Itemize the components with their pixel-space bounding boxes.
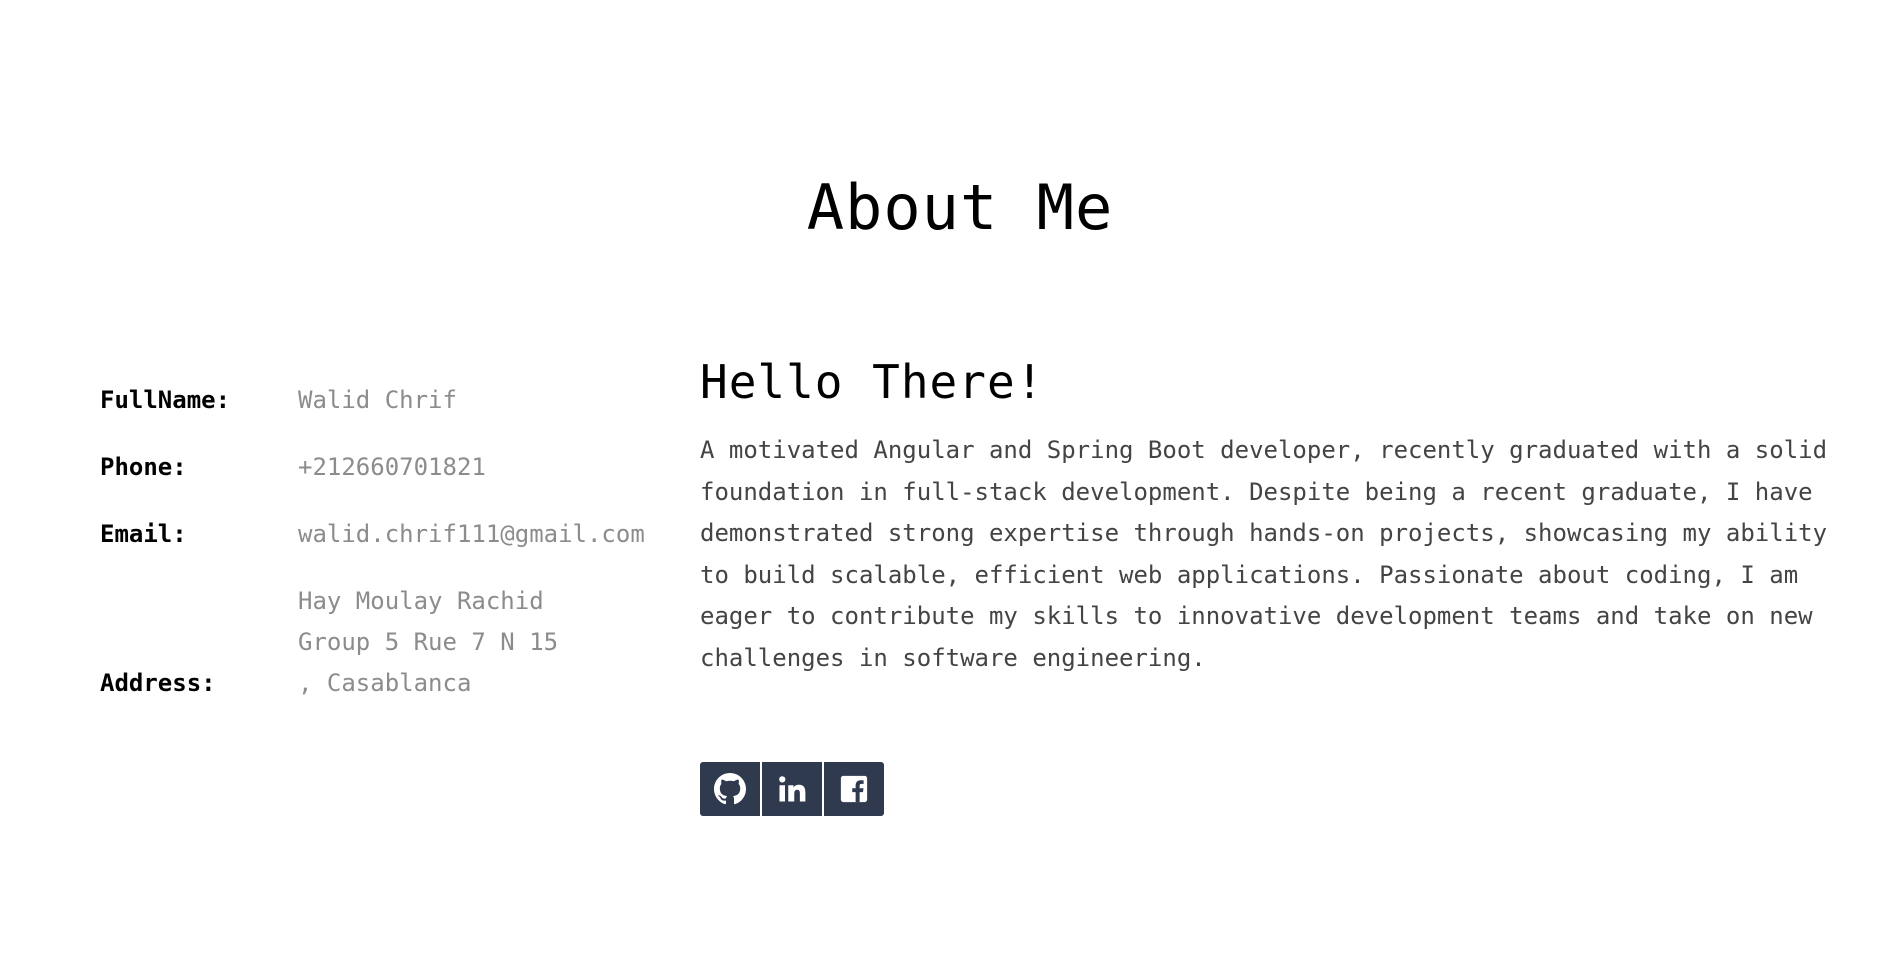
info-row-fullname: FullName: Walid Chrif (100, 380, 660, 421)
linkedin-icon (777, 774, 807, 804)
fullname-label: FullName: (100, 386, 231, 414)
info-row-email: Email: walid.chrif111@gmail.com (100, 514, 660, 555)
phone-label: Phone: (100, 453, 187, 481)
info-row-address: Address: Hay Moulay Rachid Group 5 Rue 7… (100, 581, 660, 704)
facebook-button[interactable] (824, 762, 884, 816)
address-value: Hay Moulay Rachid Group 5 Rue 7 N 15 , C… (298, 587, 559, 697)
email-label: Email: (100, 520, 187, 548)
facebook-icon (839, 774, 869, 804)
bio-block: Hello There! A motivated Angular and Spr… (700, 350, 1850, 679)
address-label: Address: (100, 669, 216, 697)
section-title: About Me (806, 171, 1114, 245)
personal-info: FullName: Walid Chrif Phone: +2126607018… (100, 380, 660, 730)
info-row-phone: Phone: +212660701821 (100, 447, 660, 488)
github-icon (714, 773, 746, 805)
bio-text: A motivated Angular and Spring Boot deve… (700, 436, 1828, 672)
phone-value: +212660701821 (298, 453, 486, 481)
about-section: About Me FullName: Walid Chrif Phone: +2… (0, 0, 1883, 969)
bio-heading: Hello There! (700, 355, 1045, 409)
email-value: walid.chrif111@gmail.com (298, 520, 645, 548)
social-links (700, 762, 884, 816)
fullname-value: Walid Chrif (298, 386, 457, 414)
github-button[interactable] (700, 762, 760, 816)
linkedin-button[interactable] (762, 762, 822, 816)
